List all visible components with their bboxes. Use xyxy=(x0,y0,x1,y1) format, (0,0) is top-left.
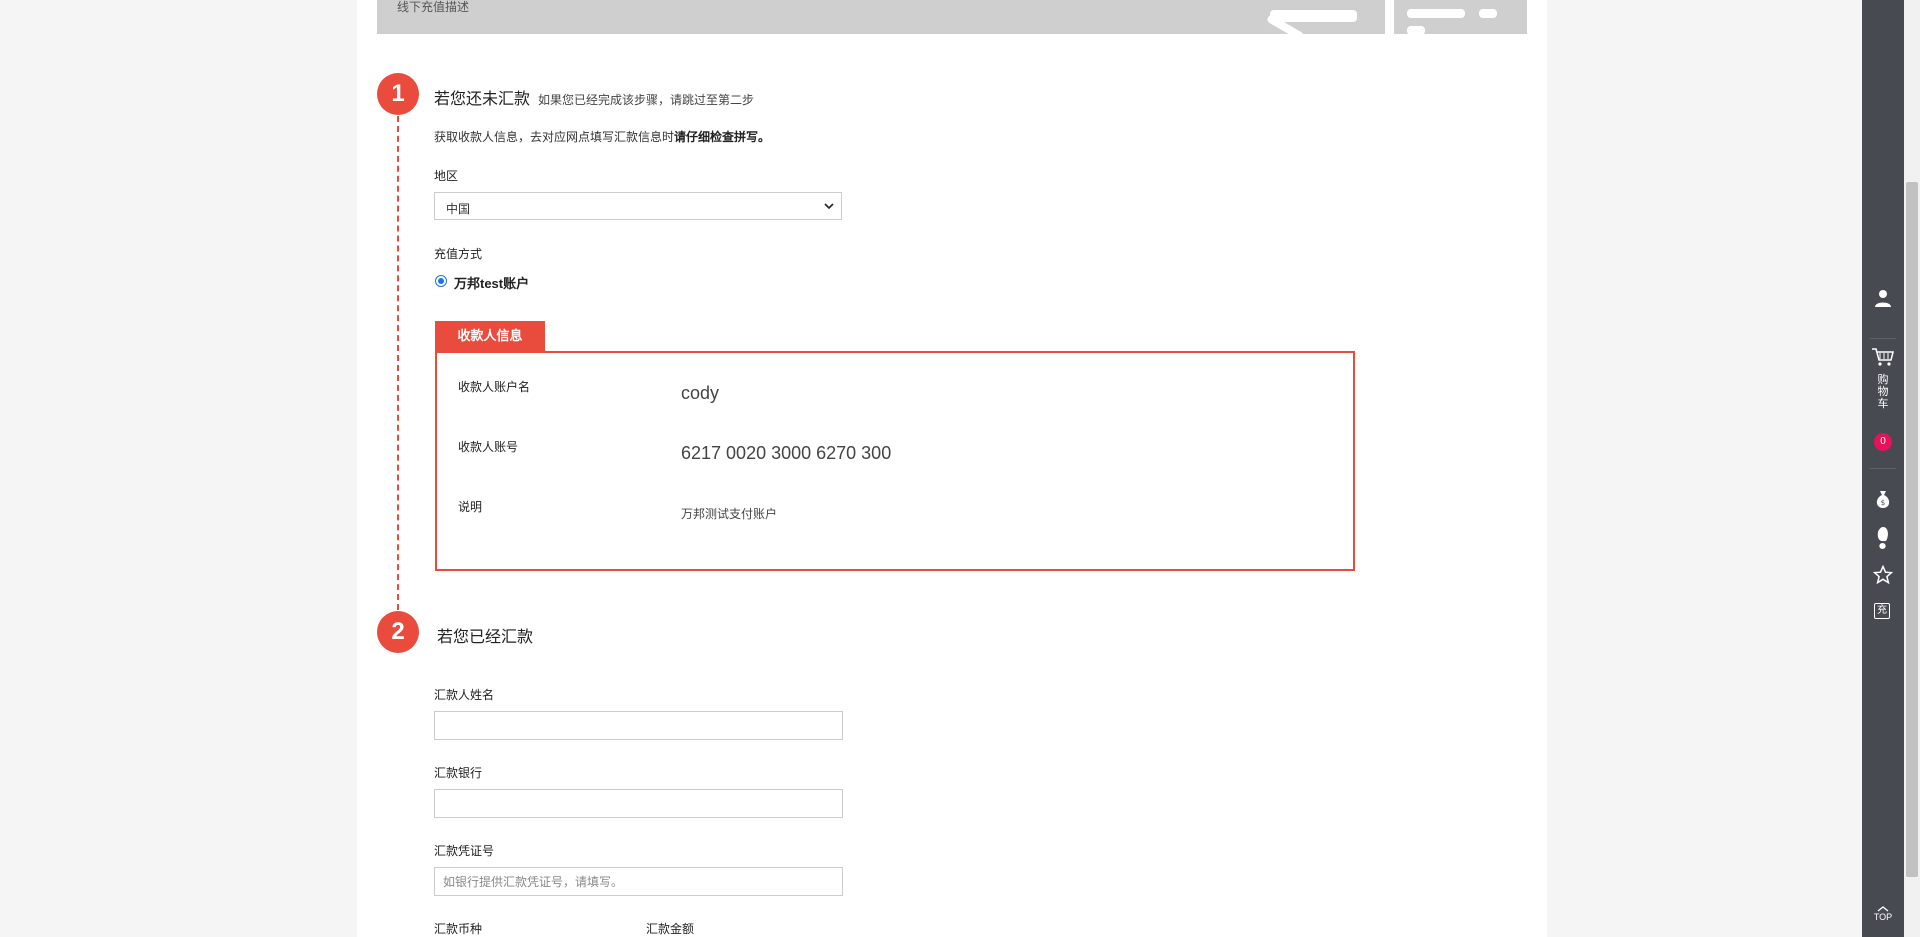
banner-separator xyxy=(1385,0,1394,34)
amount-label: 汇款金额 xyxy=(646,922,695,936)
payee-account-name-label: 收款人账户名 xyxy=(458,380,531,394)
region-select[interactable]: 中国 xyxy=(434,192,842,220)
page-scrollbar[interactable] xyxy=(1904,0,1920,937)
method-option-label: 万邦test账户 xyxy=(454,276,530,291)
step-2-title: 若您已经汇款 xyxy=(437,629,534,646)
step-1-title: 若您还未汇款 如果您已经完成该步骤，请跳过至第二步 xyxy=(434,85,754,109)
footprint-icon xyxy=(1877,527,1888,549)
step-2-circle: 2 xyxy=(377,611,419,653)
right-toolbar: 购物车 $ 充 TOP xyxy=(1862,0,1904,937)
method-radio[interactable] xyxy=(435,275,447,287)
toolbar-divider xyxy=(1870,468,1896,469)
user-icon xyxy=(1875,290,1891,307)
cart-label[interactable]: 购物车 xyxy=(1876,374,1890,410)
banner-text: 线下充值描述 xyxy=(397,0,470,14)
step-1-title-text: 若您还未汇款 xyxy=(434,91,531,108)
back-to-top-button[interactable]: TOP xyxy=(1862,912,1904,922)
money-bag-icon: $ xyxy=(1876,491,1890,508)
payee-info-box: 收款人账户名 cody 收款人账号 6217 0020 3000 6270 30… xyxy=(435,351,1355,571)
step-1-note: 获取收款人信息，去对应网点填写汇款信息时请仔细检查拼写。 xyxy=(434,128,770,145)
banner-decoration xyxy=(1407,26,1425,34)
favorites-button[interactable] xyxy=(1862,565,1904,585)
step-1-subtitle: 如果您已经完成该步骤，请跳过至第二步 xyxy=(538,93,755,107)
banner-decoration xyxy=(1270,10,1357,22)
voucher-label: 汇款凭证号 xyxy=(434,844,495,858)
payee-desc: 万邦测试支付账户 xyxy=(681,507,778,521)
banner-decoration xyxy=(1479,9,1497,18)
remitter-name-input[interactable] xyxy=(434,711,843,740)
scrollbar-thumb[interactable] xyxy=(1906,182,1918,877)
star-icon xyxy=(1873,565,1893,585)
banner-decoration xyxy=(1407,9,1465,18)
region-label: 地区 xyxy=(434,169,459,183)
cart-icon xyxy=(1872,348,1894,366)
region-select-value: 中国 xyxy=(446,202,471,216)
radio-selected-dot xyxy=(438,278,444,284)
method-label: 充值方式 xyxy=(434,247,483,261)
bank-input[interactable] xyxy=(434,789,843,818)
payee-info-tab: 收款人信息 xyxy=(435,321,545,351)
voucher-input[interactable] xyxy=(434,867,843,896)
payee-account-no-label: 收款人账号 xyxy=(458,440,519,454)
wallet-button[interactable]: $ xyxy=(1862,489,1904,509)
history-button[interactable] xyxy=(1862,526,1904,550)
recharge-icon[interactable]: 充 xyxy=(1874,603,1890,619)
step-connector-line xyxy=(397,116,399,610)
user-button[interactable] xyxy=(1862,288,1904,308)
remitter-name-label: 汇款人姓名 xyxy=(434,688,495,702)
cart-count-badge: 0 xyxy=(1874,433,1892,451)
svg-text:$: $ xyxy=(1881,499,1885,507)
cart-button[interactable] xyxy=(1862,347,1904,367)
step-1-note-text: 获取收款人信息，去对应网点填写汇款信息时 xyxy=(434,130,675,144)
payee-desc-label: 说明 xyxy=(458,500,483,514)
step-1-note-emphasis: 请仔细检查拼写。 xyxy=(674,130,771,144)
chevron-down-icon xyxy=(824,203,834,210)
payee-account-no: 6217 0020 3000 6270 300 xyxy=(681,443,892,463)
offline-recharge-banner: 线下充值描述 xyxy=(377,0,1527,34)
step-1-circle: 1 xyxy=(377,73,419,115)
toolbar-divider xyxy=(1870,338,1896,339)
bank-label: 汇款银行 xyxy=(434,766,483,780)
currency-label: 汇款币种 xyxy=(434,922,483,936)
payee-account-name: cody xyxy=(681,383,720,403)
